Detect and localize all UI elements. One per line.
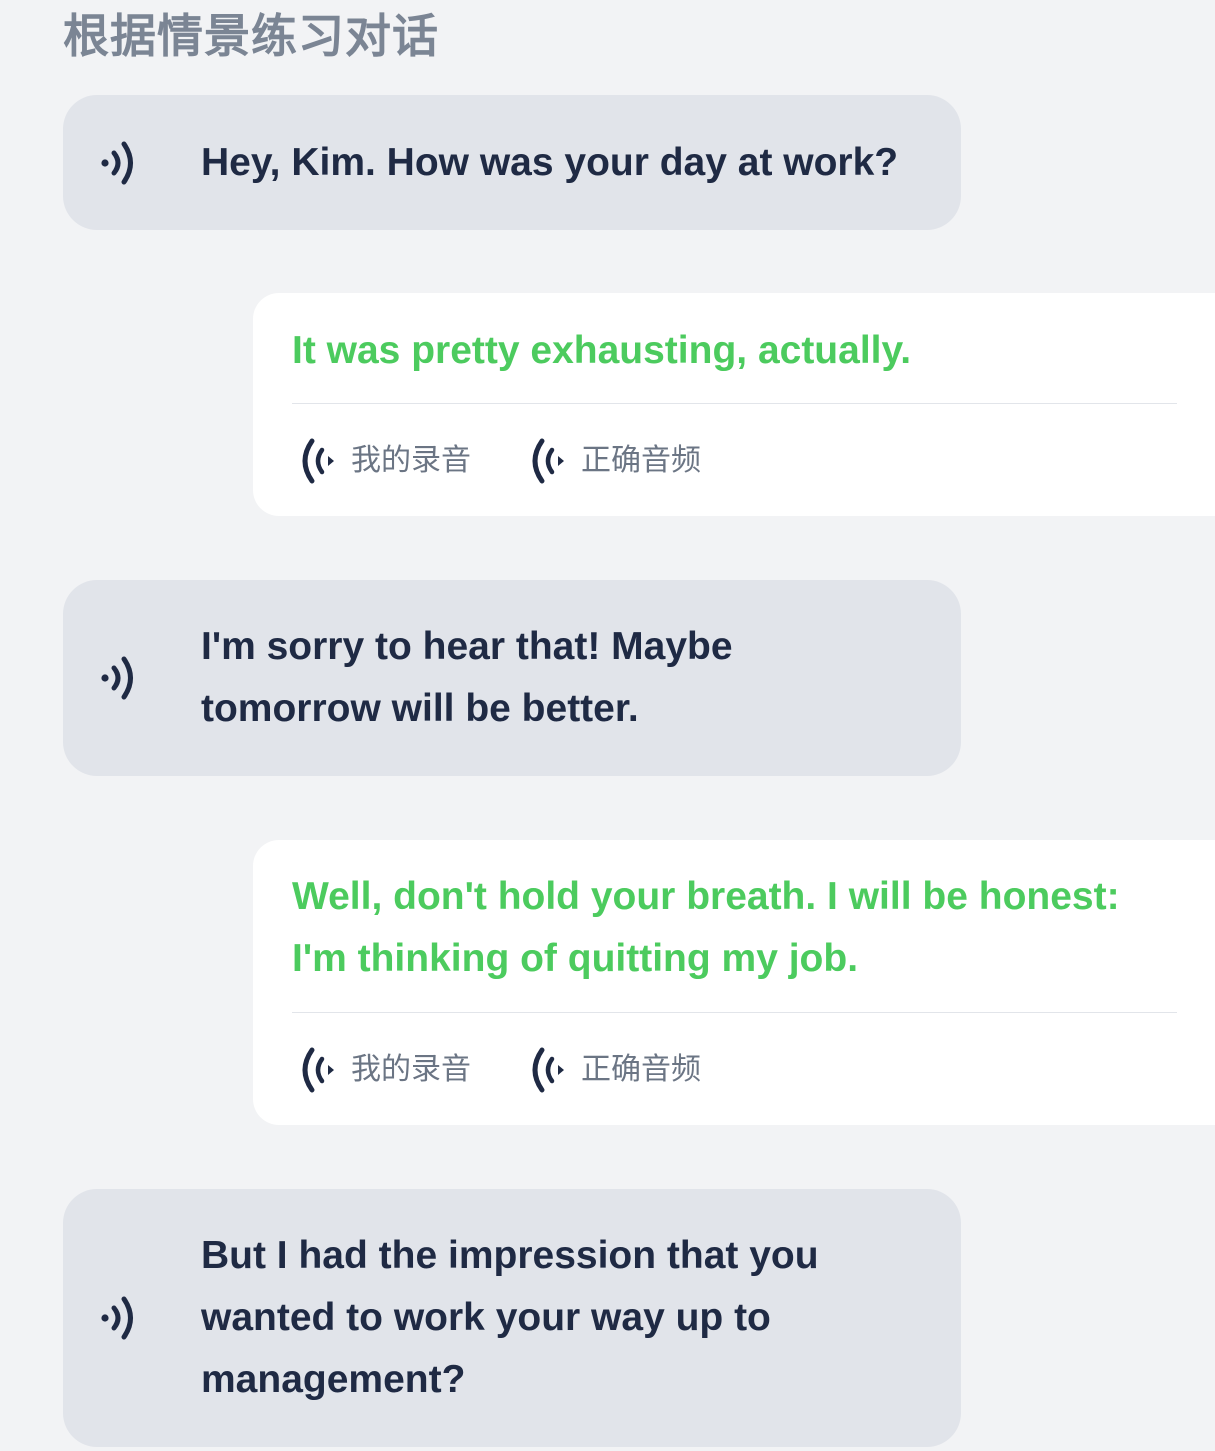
- reply-actions: 我的录音 正确音频: [301, 1045, 701, 1095]
- my-recording-button[interactable]: 我的录音: [301, 438, 471, 484]
- divider: [292, 1012, 1177, 1013]
- prompt-bubble: But I had the impression that you wanted…: [63, 1189, 961, 1447]
- reply-bubble: Well, don't hold your breath. I will be …: [253, 840, 1215, 1125]
- reply-text: Well, don't hold your breath. I will be …: [292, 875, 1120, 980]
- correct-audio-label: 正确音频: [581, 443, 701, 478]
- prompt-text: But I had the impression that you wanted…: [201, 1234, 819, 1401]
- prompt-bubble: Hey, Kim. How was your day at work?: [63, 95, 961, 230]
- speaker-play-icon[interactable]: [99, 139, 143, 187]
- prompt-text: I'm sorry to hear that! Maybe tomorrow w…: [201, 625, 733, 730]
- correct-audio-button[interactable]: 正确音频: [531, 438, 701, 484]
- reply-actions: 我的录音 正确音频: [301, 436, 701, 486]
- speaker-play-icon[interactable]: [99, 1294, 143, 1342]
- prompt-text: Hey, Kim. How was your day at work?: [201, 140, 899, 184]
- page-title: 根据情景练习对话: [63, 9, 439, 63]
- sound-wave-icon: [532, 438, 564, 484]
- correct-audio-label: 正确音频: [581, 1052, 701, 1087]
- sound-wave-icon: [302, 438, 334, 484]
- correct-audio-button[interactable]: 正确音频: [531, 1047, 701, 1093]
- prompt-bubble: I'm sorry to hear that! Maybe tomorrow w…: [63, 580, 961, 776]
- my-recording-label: 我的录音: [351, 1052, 471, 1087]
- reply-bubble: It was pretty exhausting, actually. 我的录音…: [253, 293, 1215, 516]
- my-recording-label: 我的录音: [351, 443, 471, 478]
- divider: [292, 403, 1177, 404]
- my-recording-button[interactable]: 我的录音: [301, 1047, 471, 1093]
- speaker-play-icon[interactable]: [99, 654, 143, 702]
- sound-wave-icon: [532, 1047, 564, 1093]
- reply-text: It was pretty exhausting, actually.: [292, 329, 912, 372]
- sound-wave-icon: [302, 1047, 334, 1093]
